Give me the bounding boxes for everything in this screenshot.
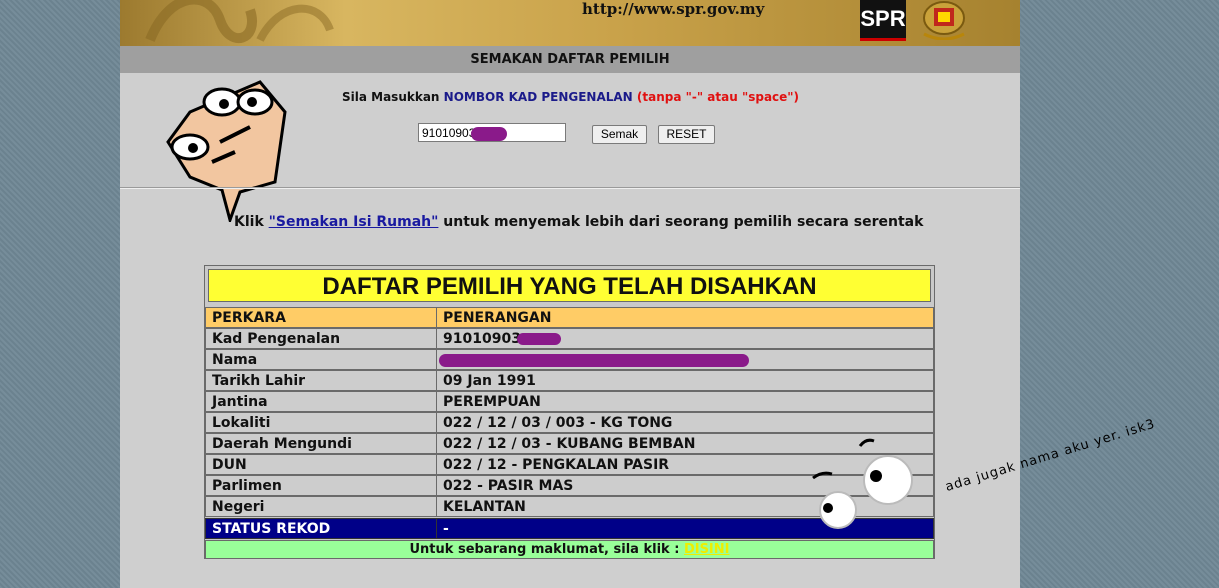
row-label: Daerah Mengundi: [205, 433, 437, 454]
malaysia-crest-icon: [923, 1, 965, 40]
row-value: [436, 349, 934, 370]
table-row: Lokaliti 022 / 12 / 03 / 003 - KG TONG: [205, 412, 934, 433]
row-label: Kad Pengenalan: [205, 328, 437, 349]
row-value: 91010903: [436, 328, 934, 349]
instruction-highlight: NOMBOR KAD PENGENALAN: [443, 90, 633, 104]
row-label: DUN: [205, 454, 437, 475]
status-label: STATUS REKOD: [205, 518, 437, 539]
klik-suffix: untuk menyemak lebih dari seorang pemili…: [438, 214, 924, 230]
disini-link[interactable]: DISINI: [684, 542, 730, 557]
table-row: Jantina PEREMPUAN: [205, 391, 934, 412]
divider: [120, 187, 1020, 189]
header-perkara: PERKARA: [205, 307, 437, 328]
info-footer: Untuk sebarang maklumat, sila klik : DIS…: [205, 540, 934, 559]
banner-url: http://www.spr.gov.my: [582, 0, 765, 18]
row-value: PEREMPUAN: [436, 391, 934, 412]
row-value: 09 Jan 1991: [436, 370, 934, 391]
semak-button[interactable]: Semak: [592, 125, 647, 144]
row-label: Parlimen: [205, 475, 437, 496]
redaction-mark: [516, 333, 561, 345]
ic-number-value: 91010903: [422, 126, 476, 140]
page-title: SEMAKAN DAFTAR PEMILIH: [120, 46, 1020, 73]
table-row: Tarikh Lahir 09 Jan 1991: [205, 370, 934, 391]
ic-value: 91010903: [443, 331, 521, 347]
banner-decoration: [145, 0, 334, 44]
ic-number-input[interactable]: 91010903: [418, 123, 566, 142]
table-header-row: PERKARA PENERANGAN: [205, 307, 934, 328]
table-title: DAFTAR PEMILIH YANG TELAH DISAHKAN: [208, 269, 931, 302]
redaction-mark: [439, 353, 749, 367]
row-label: Negeri: [205, 496, 437, 517]
household-check-text: Klik "Semakan Isi Rumah" untuk menyemak …: [234, 214, 923, 230]
semakan-isi-rumah-link[interactable]: "Semakan Isi Rumah": [269, 214, 439, 230]
instruction-text: Sila Masukkan NOMBOR KAD PENGENALAN (tan…: [342, 90, 799, 104]
googly-eyes-icon: [812, 438, 913, 529]
row-label: Tarikh Lahir: [205, 370, 437, 391]
klik-prefix: Klik: [234, 214, 269, 230]
reset-button[interactable]: RESET: [658, 125, 715, 144]
row-value: 022 / 12 / 03 / 003 - KG TONG: [436, 412, 934, 433]
table-row: Kad Pengenalan 91010903: [205, 328, 934, 349]
spr-logo: SPR: [860, 0, 906, 41]
table-row: Nama: [205, 349, 934, 370]
footer-text: Untuk sebarang maklumat, sila klik :: [409, 542, 684, 557]
row-label: Nama: [205, 349, 437, 370]
header-banner: http://www.spr.gov.my SPR: [120, 0, 1020, 46]
instruction-note: (tanpa "-" atau "space"): [636, 90, 800, 104]
row-label: Lokaliti: [205, 412, 437, 433]
row-label: Jantina: [205, 391, 437, 412]
redaction-mark: [471, 126, 508, 141]
header-penerangan: PENERANGAN: [436, 307, 934, 328]
confused-face-icon: [166, 80, 287, 222]
instruction-prefix: Sila Masukkan: [342, 90, 444, 104]
